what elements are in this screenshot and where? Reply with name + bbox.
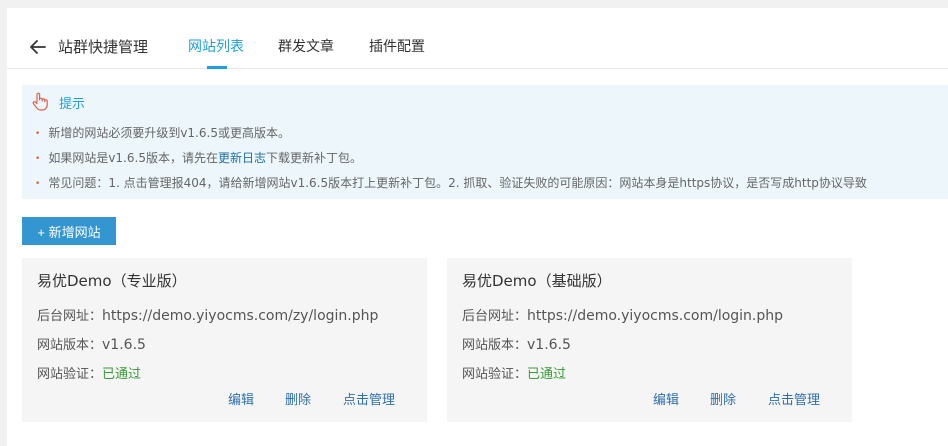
delete-button[interactable]: 删除: [710, 389, 736, 408]
page: 站群快捷管理 网站列表 群发文章 插件配置 提示 • 新增的网站必须要升级到v1.…: [7, 8, 948, 446]
edit-button[interactable]: 编辑: [653, 389, 679, 408]
backend-url-row: 后台网址：https://demo.yiyocms.com/login.php: [462, 305, 783, 324]
pointing-hand-icon: [32, 92, 48, 111]
verify-label: 网站验证：: [462, 367, 528, 382]
version-row: 网站版本：v1.6.5: [462, 334, 571, 353]
backend-url-value: https://demo.yiyocms.com/login.php: [527, 308, 784, 324]
verify-row: 网站验证：已通过: [462, 363, 566, 382]
verify-status: 已通过: [102, 367, 142, 382]
site-title: 易优Demo（专业版）: [37, 272, 187, 290]
backend-url-label: 后台网址：: [37, 309, 103, 324]
tab-site-list[interactable]: 网站列表: [188, 36, 244, 56]
site-card: 易优Demo（专业版） 后台网址：https://demo.yiyocms.co…: [22, 258, 427, 422]
page-title: 站群快捷管理: [58, 38, 149, 56]
delete-button[interactable]: 删除: [285, 389, 311, 408]
version-label: 网站版本：: [37, 338, 103, 353]
bullet-icon: •: [35, 154, 41, 164]
version-value: v1.6.5: [102, 337, 146, 353]
arrow-left-icon[interactable]: [29, 38, 47, 56]
changelog-link[interactable]: 更新日志: [218, 151, 266, 165]
tip-text-pre: 如果网站是v1.6.5版本，请先在: [48, 151, 218, 165]
site-card: 易优Demo（基础版） 后台网址：https://demo.yiyocms.co…: [447, 258, 852, 422]
version-label: 网站版本：: [462, 338, 528, 353]
tip-text: 常见问题：1. 点击管理报404，请给新增网站v1.6.5版本打上更新补丁包。2…: [48, 176, 867, 190]
version-value: v1.6.5: [527, 337, 571, 353]
manage-button[interactable]: 点击管理: [768, 389, 820, 408]
backend-url-value: https://demo.yiyocms.com/zy/login.php: [102, 308, 379, 324]
tip-line: • 常见问题：1. 点击管理报404，请给新增网站v1.6.5版本打上更新补丁包。…: [35, 174, 867, 191]
tip-line: • 如果网站是v1.6.5版本，请先在更新日志下载更新补丁包。: [35, 149, 362, 166]
backend-url-row: 后台网址：https://demo.yiyocms.com/zy/login.p…: [37, 305, 378, 324]
backend-url-label: 后台网址：: [462, 309, 528, 324]
active-tab-indicator: [207, 66, 227, 69]
tip-line: • 新增的网站必须要升级到v1.6.5或更高版本。: [35, 124, 290, 141]
bullet-icon: •: [35, 179, 41, 189]
header: 站群快捷管理 网站列表 群发文章 插件配置: [7, 8, 948, 69]
verify-status: 已通过: [527, 367, 567, 382]
manage-button[interactable]: 点击管理: [343, 389, 395, 408]
bullet-icon: •: [35, 129, 41, 139]
tip-title: 提示: [59, 97, 86, 112]
edit-button[interactable]: 编辑: [228, 389, 254, 408]
add-site-button[interactable]: + 新增网站: [22, 217, 116, 245]
tip-text: 新增的网站必须要升级到v1.6.5或更高版本。: [48, 126, 290, 140]
version-row: 网站版本：v1.6.5: [37, 334, 146, 353]
tab-bulk-articles[interactable]: 群发文章: [278, 36, 334, 56]
tip-panel: 提示 • 新增的网站必须要升级到v1.6.5或更高版本。 • 如果网站是v1.6.5…: [22, 85, 948, 199]
verify-row: 网站验证：已通过: [37, 363, 141, 382]
verify-label: 网站验证：: [37, 367, 103, 382]
site-title: 易优Demo（基础版）: [462, 272, 612, 290]
tip-text-post: 下载更新补丁包。: [265, 151, 362, 165]
tab-plugin-config[interactable]: 插件配置: [369, 36, 425, 56]
